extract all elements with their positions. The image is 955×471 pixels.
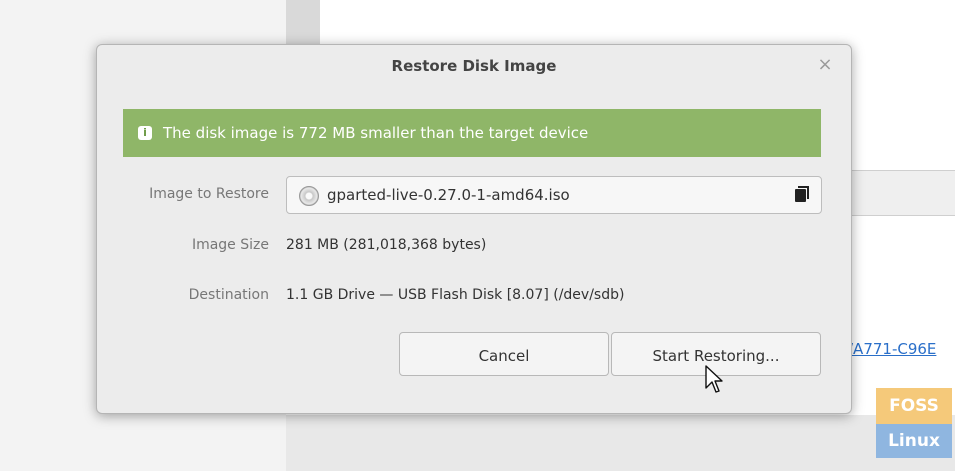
dialog-titlebar[interactable]: Restore Disk Image × bbox=[97, 45, 851, 89]
image-size-value: 281 MB (281,018,368 bytes) bbox=[286, 237, 487, 253]
destination-value: 1.1 GB Drive — USB Flash Disk [8.07] (/d… bbox=[286, 287, 625, 303]
dialog-title: Restore Disk Image bbox=[391, 57, 557, 75]
info-message: The disk image is 772 MB smaller than th… bbox=[163, 124, 589, 142]
info-bar: i The disk image is 772 MB smaller than … bbox=[123, 109, 821, 157]
background-uuid-link[interactable]: /A771-C96E bbox=[848, 340, 936, 358]
image-file-chooser[interactable]: gparted-live-0.27.0-1-amd64.iso bbox=[286, 176, 822, 214]
background-sidebar-strip bbox=[286, 0, 320, 44]
disc-icon bbox=[299, 186, 319, 206]
info-icon: i bbox=[138, 126, 152, 140]
close-icon[interactable]: × bbox=[815, 55, 835, 75]
image-file-name: gparted-live-0.27.0-1-amd64.iso bbox=[327, 186, 570, 204]
open-file-icon bbox=[795, 186, 809, 202]
image-size-label: Image Size bbox=[191, 237, 269, 253]
cancel-button[interactable]: Cancel bbox=[399, 332, 609, 376]
watermark-linux: Linux bbox=[876, 424, 952, 458]
background-header-band bbox=[850, 170, 955, 216]
image-to-restore-label: Image to Restore bbox=[149, 186, 269, 202]
fosslinux-watermark: FOSS Linux bbox=[876, 388, 952, 458]
restore-disk-image-dialog: Restore Disk Image × i The disk image is… bbox=[96, 44, 852, 414]
destination-label: Destination bbox=[188, 287, 269, 303]
mouse-cursor-icon bbox=[705, 365, 723, 393]
background-lower-area bbox=[286, 415, 955, 471]
watermark-foss: FOSS bbox=[876, 388, 952, 424]
